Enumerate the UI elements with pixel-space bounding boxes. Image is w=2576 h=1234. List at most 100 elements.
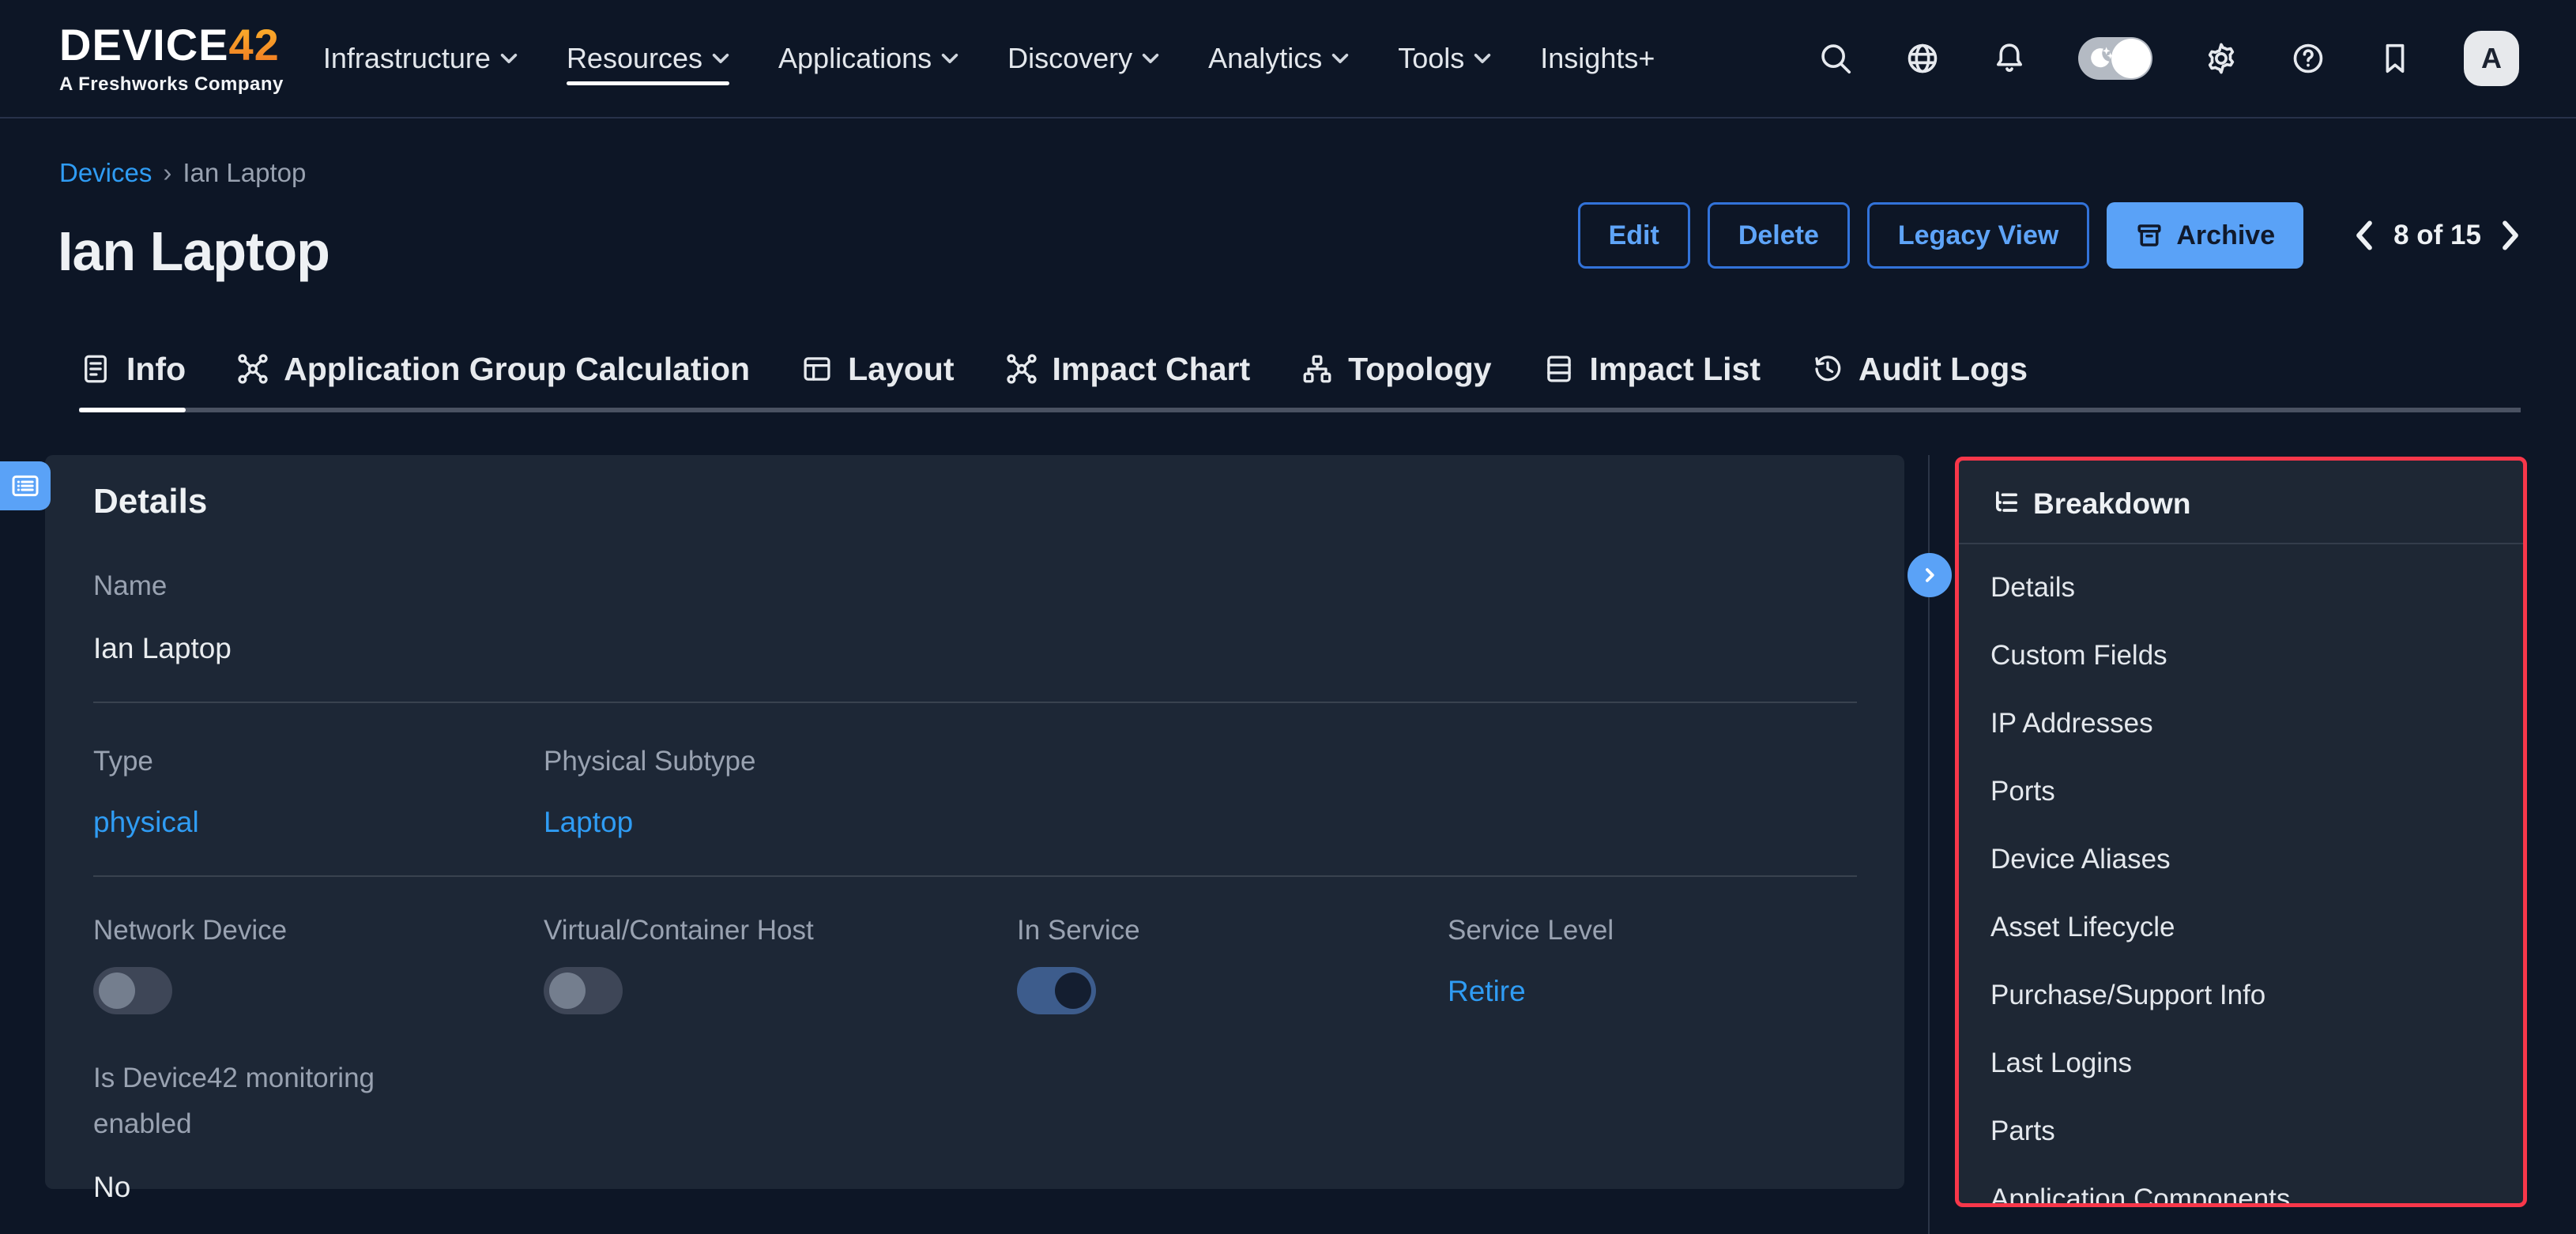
breadcrumb-current: Ian Laptop — [183, 158, 306, 188]
in-service-field: In Service — [1017, 915, 1448, 1014]
virtual-host-toggle[interactable] — [544, 967, 623, 1014]
type-field-row: Type physical Physical Subtype Laptop — [93, 746, 1857, 839]
physical-subtype-value-link[interactable]: Laptop — [544, 806, 1017, 839]
breakdown-item-asset-lifecycle[interactable]: Asset Lifecycle — [1959, 894, 2523, 961]
notifications-bell-icon[interactable] — [1991, 40, 2028, 77]
breakdown-item-device-aliases[interactable]: Device Aliases — [1959, 826, 2523, 894]
breakdown-item-ip-addresses[interactable]: IP Addresses — [1959, 690, 2523, 758]
avatar-initial: A — [2481, 42, 2502, 75]
nav-item-tools[interactable]: Tools — [1398, 0, 1491, 118]
tab-info[interactable]: Info — [79, 330, 186, 408]
breakdown-item-custom-fields[interactable]: Custom Fields — [1959, 622, 2523, 690]
primary-nav: Infrastructure Resources Applications Di… — [323, 0, 1655, 118]
logo-tagline: A Freshworks Company — [59, 75, 284, 94]
divider — [93, 702, 1857, 703]
chevron-down-icon — [1474, 53, 1491, 64]
nav-label: Tools — [1398, 42, 1464, 75]
memo-icon — [79, 352, 112, 386]
monitoring-field-row: Is Device42 monitoring enabled No — [93, 1055, 1857, 1204]
tab-impact-list[interactable]: Impact List — [1542, 330, 1761, 408]
theme-toggle-knob — [2111, 39, 2151, 78]
pager-next-icon[interactable] — [2500, 220, 2521, 250]
nav-item-analytics[interactable]: Analytics — [1208, 0, 1349, 118]
tab-application-group-calculation[interactable]: Application Group Calculation — [236, 330, 750, 408]
side-panel-handle[interactable] — [0, 461, 51, 510]
breadcrumb-devices-link[interactable]: Devices — [59, 158, 152, 188]
archive-button[interactable]: Archive — [2107, 202, 2303, 269]
breakdown-list: Details Custom Fields IP Addresses Ports… — [1959, 544, 2523, 1207]
nav-item-applications[interactable]: Applications — [778, 0, 958, 118]
name-field-row: Name Ian Laptop — [93, 570, 1857, 703]
settings-gear-icon[interactable] — [2203, 40, 2239, 77]
sitemap-icon — [1301, 352, 1334, 386]
nav-item-infrastructure[interactable]: Infrastructure — [323, 0, 518, 118]
theme-toggle[interactable] — [2078, 37, 2152, 80]
name-label: Name — [93, 570, 1857, 602]
legacy-view-button[interactable]: Legacy View — [1867, 202, 2090, 269]
chevron-down-icon — [500, 53, 518, 64]
device-action-buttons: Edit Delete Legacy View Archive 8 of 15 — [1578, 202, 2521, 269]
network-device-toggle[interactable] — [93, 967, 172, 1014]
breakdown-item-application-components[interactable]: Application Components — [1959, 1165, 2523, 1207]
delete-button[interactable]: Delete — [1708, 202, 1850, 269]
list-icon — [9, 470, 41, 502]
type-value-link[interactable]: physical — [93, 806, 544, 839]
collapse-breakdown-button[interactable] — [1908, 553, 1952, 597]
device42-logo[interactable]: DEVICE42 A Freshworks Company — [59, 23, 284, 94]
tab-topology[interactable]: Topology — [1301, 330, 1491, 408]
tab-label: Audit Logs — [1859, 351, 2028, 388]
type-label: Type — [93, 746, 544, 777]
nav-item-resources[interactable]: Resources — [567, 0, 729, 118]
nav-label: Infrastructure — [323, 42, 491, 75]
virtual-host-field: Virtual/Container Host — [544, 915, 1017, 1014]
nav-item-insights-plus[interactable]: Insights+ — [1540, 0, 1655, 118]
globe-icon[interactable] — [1904, 40, 1941, 77]
device42-app-window: DEVICE42 A Freshworks Company Infrastruc… — [0, 0, 2576, 1234]
edit-button[interactable]: Edit — [1578, 202, 1690, 269]
nav-item-discovery[interactable]: Discovery — [1007, 0, 1159, 118]
chevron-down-icon — [712, 53, 729, 64]
tab-audit-logs[interactable]: Audit Logs — [1811, 330, 2028, 408]
tab-label: Layout — [848, 351, 954, 388]
tab-label: Impact Chart — [1053, 351, 1251, 388]
breakdown-item-ports[interactable]: Ports — [1959, 758, 2523, 826]
topbar-utility-icons: A — [1817, 31, 2519, 86]
user-avatar[interactable]: A — [2464, 31, 2519, 86]
breakdown-item-last-logins[interactable]: Last Logins — [1959, 1029, 2523, 1097]
tab-label: Application Group Calculation — [284, 351, 750, 388]
service-level-value-link[interactable]: Retire — [1448, 975, 1857, 1008]
tab-label: Info — [126, 351, 186, 388]
pager-previous-icon[interactable] — [2354, 220, 2375, 250]
share-nodes-icon — [1005, 352, 1038, 386]
breakdown-item-parts[interactable]: Parts — [1959, 1097, 2523, 1165]
chevron-down-icon — [941, 53, 958, 64]
monitoring-value: No — [93, 1171, 1857, 1204]
breakdown-sidebar: Breakdown Details Custom Fields IP Addre… — [1955, 457, 2527, 1207]
network-device-label: Network Device — [93, 915, 544, 946]
help-icon[interactable] — [2290, 40, 2326, 77]
nav-label: Insights+ — [1540, 42, 1655, 75]
in-service-label: In Service — [1017, 915, 1448, 946]
breakdown-header: Breakdown — [1959, 461, 2523, 544]
rows-icon — [1542, 352, 1576, 386]
bookmark-icon[interactable] — [2377, 40, 2413, 77]
search-icon[interactable] — [1817, 40, 1854, 77]
breakdown-item-details[interactable]: Details — [1959, 554, 2523, 622]
network-device-field: Network Device — [93, 915, 544, 1014]
logo-wordmark: DEVICE42 — [59, 23, 284, 67]
share-nodes-icon — [236, 352, 269, 386]
breakdown-item-purchase-support-info[interactable]: Purchase/Support Info — [1959, 961, 2523, 1029]
device-detail-tabs: Info Application Group Calculation Layou… — [79, 330, 2521, 412]
chevron-down-icon — [1331, 53, 1349, 64]
tab-impact-chart[interactable]: Impact Chart — [1005, 330, 1251, 408]
in-service-toggle[interactable] — [1017, 967, 1096, 1014]
tree-list-icon — [1989, 488, 2021, 520]
details-heading: Details — [93, 482, 1857, 521]
breadcrumb: Devices › Ian Laptop — [59, 158, 306, 188]
tab-layout[interactable]: Layout — [800, 330, 954, 408]
nav-label: Discovery — [1007, 42, 1132, 75]
delete-button-label: Delete — [1738, 220, 1819, 251]
type-field: Type physical — [93, 746, 544, 839]
service-level-label: Service Level — [1448, 915, 1857, 946]
page-title: Ian Laptop — [58, 220, 330, 283]
